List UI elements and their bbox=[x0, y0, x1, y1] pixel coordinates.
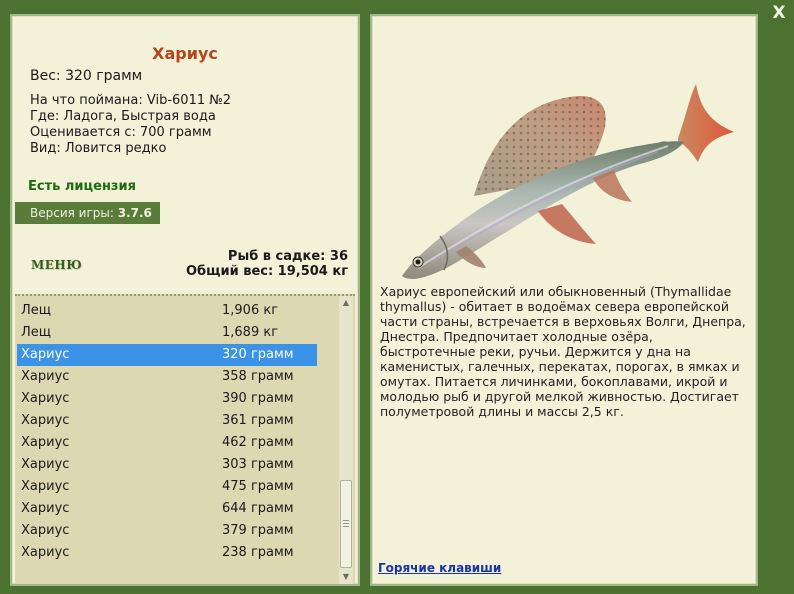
hotkeys-link[interactable]: Горячие клавиши bbox=[378, 561, 501, 575]
list-item-weight: 303 грамм bbox=[222, 457, 294, 472]
list-item[interactable]: Лещ 1,689 кг bbox=[17, 322, 317, 344]
list-item-name: Хариус bbox=[21, 479, 70, 494]
list-item-name: Хариус bbox=[21, 369, 70, 384]
list-item[interactable]: Хариус 390 грамм bbox=[17, 388, 317, 410]
list-item-weight: 475 грамм bbox=[222, 479, 294, 494]
list-item-name: Хариус bbox=[21, 501, 70, 516]
catch-info-panel: Хариус Вес: 320 грамм На что поймана: Vi… bbox=[10, 14, 360, 586]
list-item-name: Лещ bbox=[21, 325, 52, 340]
list-item[interactable]: Хариус 462 грамм bbox=[17, 432, 317, 454]
scroll-up-arrow-icon[interactable]: ▲ bbox=[339, 296, 353, 310]
scroll-down-arrow-icon[interactable]: ▼ bbox=[339, 570, 353, 584]
game-version: Версия игры: 3.7.6 bbox=[15, 202, 160, 224]
fish-title: Хариус bbox=[152, 44, 218, 63]
list-item-name: Лещ bbox=[21, 303, 52, 318]
version-value: 3.7.6 bbox=[117, 206, 152, 220]
total-weight: Общий вес: 19,504 кг bbox=[185, 264, 348, 279]
list-item-weight: 644 грамм bbox=[222, 501, 294, 516]
list-item-weight: 361 грамм bbox=[222, 413, 294, 428]
license-status: Есть лицензия bbox=[28, 179, 136, 194]
list-item[interactable]: Хариус 361 грамм bbox=[17, 410, 317, 432]
valuation-info: Оценивается с: 700 грамм bbox=[30, 125, 212, 140]
list-item[interactable]: Хариус 320 грамм bbox=[17, 344, 317, 366]
list-item[interactable]: Хариус 303 грамм bbox=[17, 454, 317, 476]
list-scrollbar[interactable]: ▲ ▼ bbox=[339, 296, 353, 584]
list-item[interactable]: Лещ 1,906 кг bbox=[17, 300, 317, 322]
list-item-weight: 1,689 кг bbox=[222, 325, 279, 340]
list-item-name: Хариус bbox=[21, 391, 70, 406]
catch-list[interactable]: Лещ 1,906 кг Лещ 1,689 кг Хариус 320 грамм Хар… bbox=[15, 294, 355, 584]
menu-button[interactable]: МЕНЮ bbox=[31, 258, 82, 272]
version-label: Версия игры: bbox=[30, 206, 114, 220]
scroll-thumb[interactable] bbox=[340, 480, 352, 568]
list-item-weight: 379 грамм bbox=[222, 523, 294, 538]
list-item-weight: 1,906 кг bbox=[222, 303, 279, 318]
list-item-weight: 358 грамм bbox=[222, 369, 294, 384]
list-item-weight: 320 грамм bbox=[222, 347, 294, 362]
fish-description: Хариус европейский или обыкновенный (Thy… bbox=[380, 284, 746, 419]
close-icon[interactable]: X bbox=[768, 2, 790, 24]
fish-weight: Вес: 320 грамм bbox=[30, 68, 143, 84]
list-item[interactable]: Хариус 238 грамм bbox=[17, 542, 317, 564]
list-item[interactable]: Хариус 475 грамм bbox=[17, 476, 317, 498]
fish-count: Рыб в садке: 36 bbox=[227, 249, 348, 264]
list-item[interactable]: Хариус 644 грамм bbox=[17, 498, 317, 520]
list-item-name: Хариус bbox=[21, 545, 70, 560]
list-item-name: Хариус bbox=[21, 413, 70, 428]
list-item-name: Хариус bbox=[21, 457, 70, 472]
list-item[interactable]: Хариус 379 грамм bbox=[17, 520, 317, 542]
list-item[interactable]: Хариус 358 грамм bbox=[17, 366, 317, 388]
grayling-fish-image bbox=[402, 84, 734, 279]
list-item-weight: 238 грамм bbox=[222, 545, 294, 560]
list-item-name: Хариус bbox=[21, 523, 70, 538]
list-item-name: Хариус bbox=[21, 435, 70, 450]
bait-info: На что поймана: Vib-6011 №2 bbox=[30, 93, 232, 108]
rarity-info: Вид: Ловится редко bbox=[30, 141, 167, 156]
list-item-name: Хариус bbox=[21, 347, 70, 362]
list-item-weight: 390 грамм bbox=[222, 391, 294, 406]
list-item-weight: 462 грамм bbox=[222, 435, 294, 450]
fish-description-panel: Хариус европейский или обыкновенный (Thy… bbox=[370, 14, 758, 586]
keepnet-stats: Рыб в садке: 36 Общий вес: 19,504 кг bbox=[186, 249, 348, 279]
location-info: Где: Ладога, Быстрая вода bbox=[30, 109, 216, 124]
